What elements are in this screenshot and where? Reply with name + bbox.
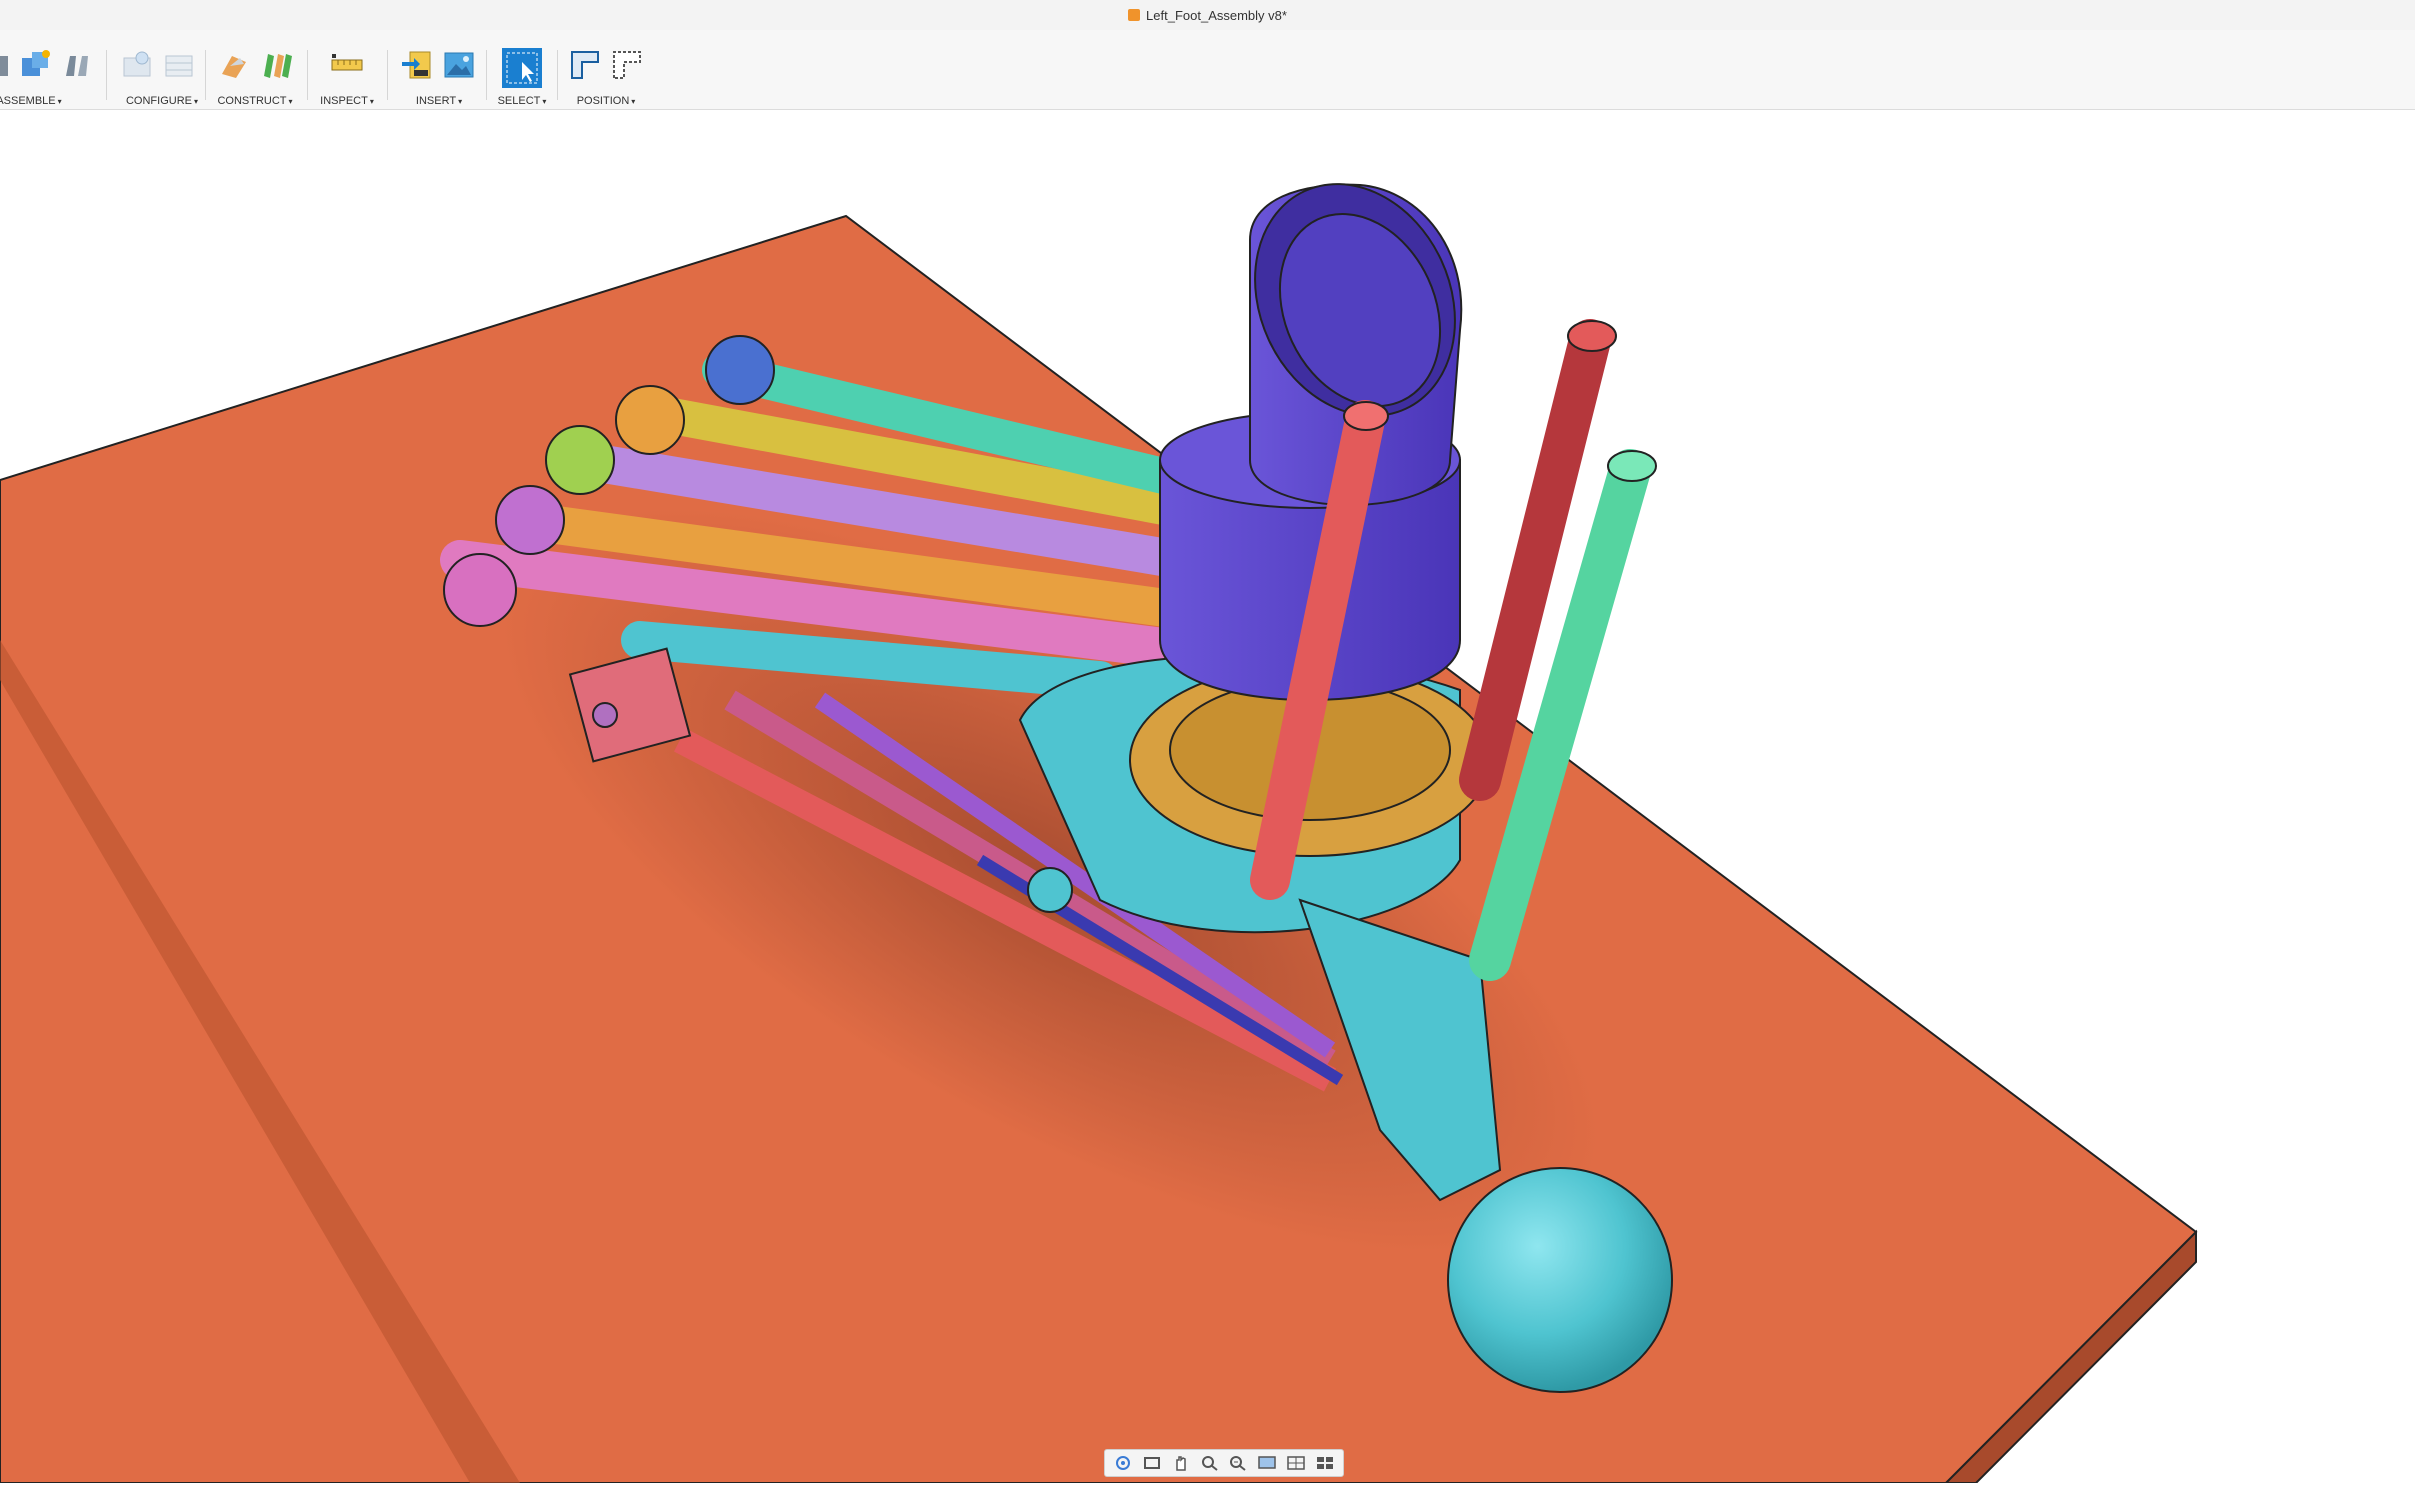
orbit-icon[interactable]	[1110, 1453, 1136, 1473]
canvas-viewport[interactable]	[0, 111, 2415, 1484]
construct-group[interactable]: CONSTRUCT ▾	[212, 48, 298, 110]
position-group[interactable]: POSITION ▾	[566, 48, 646, 110]
configure-group[interactable]: CONFIGURE ▾	[116, 48, 208, 110]
new-component-icon[interactable]	[18, 48, 52, 82]
select-group[interactable]: SELECT ▾	[494, 48, 550, 110]
look-at-icon[interactable]	[1139, 1453, 1165, 1473]
insert-canvas-icon[interactable]	[442, 48, 476, 82]
toolbar-divider	[307, 50, 308, 100]
toolbar-divider	[205, 50, 206, 100]
configure-table-icon[interactable]	[120, 48, 154, 82]
zoom-icon[interactable]	[1225, 1453, 1251, 1473]
midplane-icon[interactable]	[260, 48, 294, 82]
assemble-label: ASSEMBLE	[0, 95, 56, 107]
chevron-down-icon: ▾	[288, 97, 293, 106]
document-title: Left_Foot_Assembly v8*	[1146, 7, 1287, 23]
configure-label: CONFIGURE	[125, 95, 192, 107]
document-icon	[1128, 9, 1141, 21]
insert-label: INSERT	[415, 95, 457, 107]
revert-position-icon[interactable]	[610, 48, 644, 82]
viewports-icon[interactable]	[1312, 1453, 1338, 1473]
pan-icon[interactable]	[1168, 1453, 1194, 1473]
chevron-down-icon: ▾	[458, 97, 463, 106]
configure-rule-icon[interactable]	[162, 48, 196, 82]
model-render	[0, 183, 2198, 1484]
toolbar-divider	[387, 50, 388, 100]
title-bar: Left_Foot_Assembly v8*	[0, 0, 2415, 30]
zoom-fit-icon[interactable]	[1197, 1453, 1223, 1473]
inspect-group[interactable]: INSPECT ▾	[316, 48, 378, 110]
chevron-down-icon: ▾	[631, 97, 636, 106]
chevron-down-icon: ▾	[542, 97, 547, 106]
assemble-group[interactable]: ASSEMBLE ▾	[0, 48, 98, 110]
chevron-down-icon: ▾	[57, 97, 62, 106]
select-label: SELECT	[497, 95, 541, 107]
toolbar-divider	[486, 50, 487, 100]
measure-icon[interactable]	[330, 48, 364, 82]
navigation-bar	[1104, 1449, 1344, 1477]
capture-position-icon[interactable]	[568, 48, 602, 82]
inspect-label: INSPECT	[320, 95, 368, 107]
chevron-down-icon: ▾	[193, 97, 198, 106]
toolbar: ASSEMBLE ▾ CONFIGURE ▾ CONSTRUCT ▾ INSPE…	[0, 30, 2415, 110]
partial-icon[interactable]	[0, 48, 10, 82]
insert-derive-icon[interactable]	[400, 48, 434, 82]
insert-group[interactable]: INSERT ▾	[396, 48, 482, 110]
display-settings-icon[interactable]	[1254, 1453, 1280, 1473]
joint-icon[interactable]	[60, 48, 94, 82]
select-icon[interactable]	[502, 48, 542, 88]
toolbar-divider	[557, 50, 558, 100]
offset-plane-icon[interactable]	[218, 48, 252, 82]
toolbar-divider	[106, 50, 107, 100]
chevron-down-icon: ▾	[369, 97, 374, 106]
grid-settings-icon[interactable]	[1283, 1453, 1309, 1473]
construct-label: CONSTRUCT	[217, 95, 287, 107]
position-label: POSITION	[576, 95, 630, 107]
